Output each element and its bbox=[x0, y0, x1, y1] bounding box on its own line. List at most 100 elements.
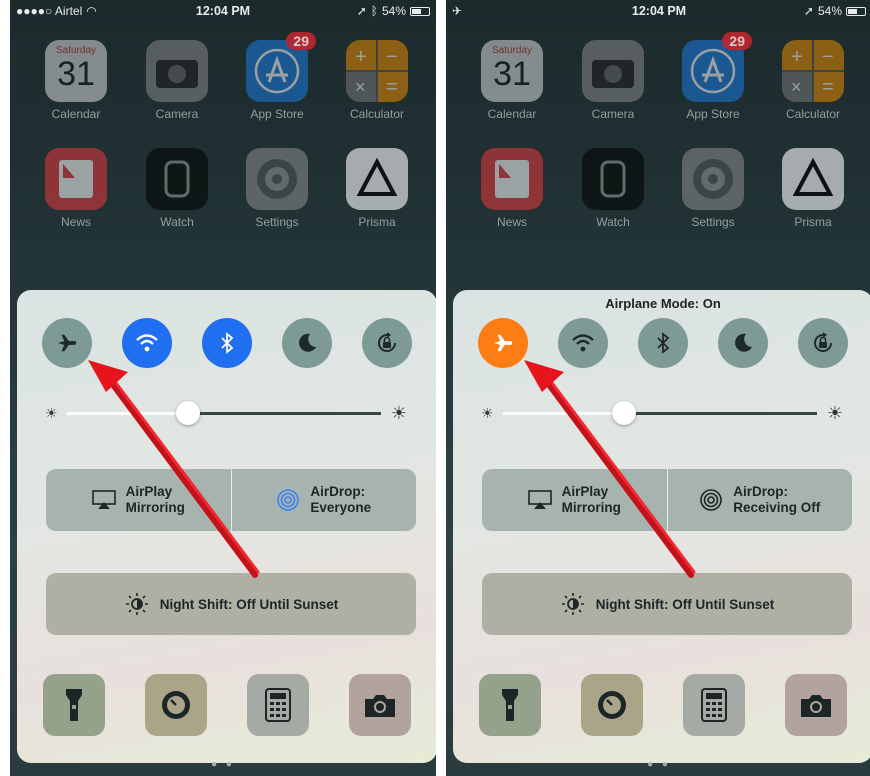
brightness-high-icon: ☀ bbox=[390, 403, 407, 423]
timer-button[interactable] bbox=[145, 674, 207, 736]
airplay-mirroring-button[interactable]: AirPlay Mirroring bbox=[482, 469, 667, 531]
bluetooth-status-icon: ᛒ bbox=[370, 4, 378, 18]
rotation-lock-icon bbox=[814, 332, 832, 352]
app-label: Calendar bbox=[487, 107, 537, 121]
airplane-mode-toggle[interactable] bbox=[42, 318, 92, 368]
bluetooth-toggle[interactable] bbox=[638, 318, 688, 368]
brightness-high-icon: ☀ bbox=[826, 403, 843, 423]
app-calendar[interactable]: Saturday 31 Calendar bbox=[471, 40, 553, 121]
svg-text:×: × bbox=[791, 77, 802, 97]
airdrop-label-2: Everyone bbox=[310, 500, 372, 515]
airdrop-label-1: AirDrop: bbox=[733, 484, 788, 499]
battery-percent: 54% bbox=[817, 4, 842, 18]
slider-thumb[interactable] bbox=[176, 401, 201, 425]
rotation-lock-icon bbox=[378, 332, 396, 352]
svg-text:+: + bbox=[791, 46, 803, 68]
page-indicator: ● ● bbox=[647, 759, 671, 770]
app-store[interactable]: 29 App Store bbox=[672, 32, 754, 121]
app-camera[interactable]: Camera bbox=[136, 40, 218, 121]
news-icon bbox=[481, 148, 543, 210]
prisma-icon bbox=[782, 148, 844, 210]
calculator-button[interactable] bbox=[247, 674, 309, 736]
app-watch[interactable]: Watch bbox=[572, 148, 654, 229]
app-calculator[interactable]: + − × = Calculator bbox=[336, 40, 418, 121]
app-watch[interactable]: Watch bbox=[136, 148, 218, 229]
do-not-disturb-toggle[interactable] bbox=[282, 318, 332, 368]
rotation-lock-toggle[interactable] bbox=[798, 318, 848, 368]
app-prisma[interactable]: Prisma bbox=[336, 148, 418, 229]
calculator-icon bbox=[701, 688, 727, 722]
slider-thumb[interactable] bbox=[612, 401, 637, 425]
calendar-icon: Saturday 31 bbox=[481, 40, 543, 102]
svg-text:−: − bbox=[822, 46, 834, 68]
phone-screenshot-right: ✈ 12:04 PM ➚ 54% Saturday 31 Calendar Ca… bbox=[446, 0, 870, 776]
app-label: App Store bbox=[686, 107, 740, 121]
prisma-icon bbox=[346, 148, 408, 210]
rotation-lock-toggle[interactable] bbox=[362, 318, 412, 368]
app-news[interactable]: News bbox=[471, 148, 553, 229]
battery-icon bbox=[846, 6, 866, 16]
slider-fill bbox=[503, 412, 625, 415]
night-shift-button[interactable]: Night Shift: Off Until Sunset bbox=[482, 573, 852, 635]
calculator-icon: + − × = bbox=[782, 40, 844, 102]
camera-button[interactable] bbox=[349, 674, 411, 736]
night-shift-label: Night Shift: Off Until Sunset bbox=[595, 596, 775, 612]
brightness-slider[interactable]: ☀ ☀ bbox=[45, 400, 407, 426]
airplane-icon bbox=[493, 334, 513, 352]
watch-icon bbox=[582, 148, 644, 210]
app-calendar[interactable]: Saturday 31 Calendar bbox=[35, 40, 117, 121]
location-icon: ➚ bbox=[803, 4, 814, 18]
do-not-disturb-toggle[interactable] bbox=[718, 318, 768, 368]
timer-button[interactable] bbox=[581, 674, 643, 736]
airdrop-button[interactable]: AirDrop: Everyone bbox=[232, 469, 417, 531]
night-shift-label: Night Shift: Off Until Sunset bbox=[159, 596, 339, 612]
calendar-date: 31 bbox=[57, 55, 95, 93]
camera-icon bbox=[365, 695, 395, 717]
svg-text:+: + bbox=[355, 46, 367, 68]
wifi-toggle[interactable] bbox=[122, 318, 172, 368]
airplay-mirroring-button[interactable]: AirPlay Mirroring bbox=[46, 469, 231, 531]
calendar-date: 31 bbox=[493, 55, 531, 93]
airplane-mode-toggle[interactable] bbox=[478, 318, 528, 368]
wifi-icon bbox=[572, 334, 594, 352]
app-label: Watch bbox=[596, 215, 630, 229]
calculator-button[interactable] bbox=[683, 674, 745, 736]
camera-icon bbox=[146, 40, 208, 102]
app-camera[interactable]: Camera bbox=[572, 40, 654, 121]
flashlight-icon bbox=[66, 689, 82, 721]
flashlight-button[interactable] bbox=[479, 674, 541, 736]
wifi-toggle[interactable] bbox=[558, 318, 608, 368]
bluetooth-icon bbox=[221, 332, 234, 354]
app-label: Calculator bbox=[349, 107, 405, 121]
carrier-label: ●●●●○ Airtel bbox=[16, 4, 83, 18]
night-shift-icon bbox=[125, 593, 148, 615]
app-settings[interactable]: Settings bbox=[672, 148, 754, 229]
app-label: Calendar bbox=[51, 107, 101, 121]
airplay-label-2: Mirroring bbox=[561, 500, 621, 515]
app-label: Watch bbox=[160, 215, 194, 229]
app-prisma[interactable]: Prisma bbox=[772, 148, 854, 229]
camera-button[interactable] bbox=[785, 674, 847, 736]
svg-text:×: × bbox=[355, 77, 366, 97]
app-settings[interactable]: Settings bbox=[236, 148, 318, 229]
airplane-status-icon: ✈ bbox=[452, 4, 463, 18]
app-store[interactable]: 29 App Store bbox=[236, 32, 318, 121]
watch-icon bbox=[146, 148, 208, 210]
airplay-airdrop-row: AirPlay Mirroring AirDrop: Receiving Off bbox=[482, 469, 852, 531]
wifi-icon: ◠ bbox=[86, 4, 97, 18]
bluetooth-toggle[interactable] bbox=[202, 318, 252, 368]
app-news[interactable]: News bbox=[35, 148, 117, 229]
app-label: News bbox=[496, 215, 527, 229]
app-calculator[interactable]: + − × = Calculator bbox=[772, 40, 854, 121]
airdrop-button[interactable]: AirDrop: Receiving Off bbox=[668, 469, 853, 531]
svg-text:−: − bbox=[386, 46, 398, 68]
battery-icon bbox=[410, 6, 430, 16]
night-shift-button[interactable]: Night Shift: Off Until Sunset bbox=[46, 573, 416, 635]
battery-percent: 54% bbox=[381, 4, 406, 18]
airplay-airdrop-row: AirPlay Mirroring AirDrop: Everyone bbox=[46, 469, 416, 531]
app-label: Camera bbox=[591, 107, 635, 121]
page-indicator: ● ● bbox=[211, 759, 235, 770]
flashlight-button[interactable] bbox=[43, 674, 105, 736]
app-label: App Store bbox=[250, 107, 304, 121]
brightness-slider[interactable]: ☀ ☀ bbox=[481, 400, 843, 426]
